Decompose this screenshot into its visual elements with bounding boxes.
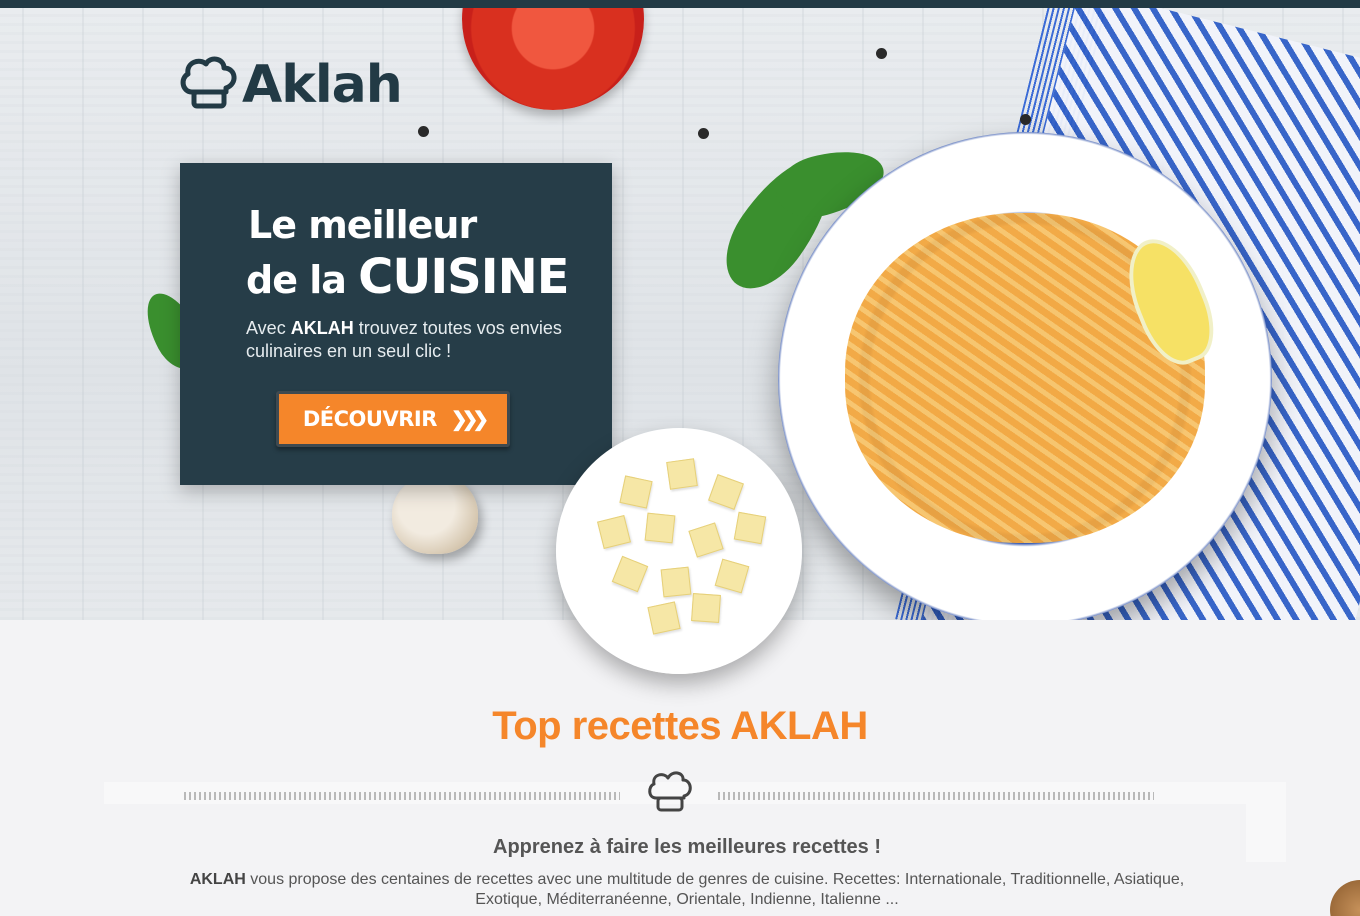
hero-promo-card: Le meilleur de la CUISINE Avec AKLAH tro… [180, 163, 612, 485]
divider-squiggle-right [718, 792, 1154, 800]
top-recipes-description: AKLAH vous propose des centaines de rece… [180, 870, 1194, 910]
cheese-cube-image [619, 475, 653, 509]
peppercorn-image [698, 128, 709, 139]
hero-headline-line2: de la CUISINE [246, 249, 570, 305]
divider-squiggle-left [184, 792, 620, 800]
peppercorn-image [418, 126, 429, 137]
chef-hat-icon [646, 768, 694, 814]
top-recipes-subtitle: Apprenez à faire les meilleures recettes… [493, 836, 881, 858]
hero-desc-prefix: Avec [246, 318, 286, 338]
tomato-image [462, 8, 644, 110]
top-recipes-desc-rest: vous propose des centaines de recettes a… [250, 871, 1185, 908]
cheese-cube-image [660, 566, 692, 598]
top-bar [0, 0, 1360, 8]
corner-food-image [1330, 880, 1360, 916]
hero-headline-line1: Le meilleur [248, 203, 477, 247]
top-recipes-desc-brand: AKLAH [189, 871, 246, 888]
double-chevron-right-icon: ❯❯❯ [450, 408, 489, 431]
hero-desc-brand: AKLAH [290, 318, 354, 338]
hero-headline-prefix: de la [246, 258, 347, 302]
discover-button-label: DÉCOUVRIR [302, 407, 438, 431]
discover-button[interactable]: DÉCOUVRIR ❯❯❯ [276, 391, 510, 447]
cheese-cube-image [733, 511, 767, 545]
hero-headline-emphasis: CUISINE [358, 249, 569, 305]
cheese-cube-image [666, 458, 698, 490]
top-recipes-title: Top recettes AKLAH [0, 704, 1360, 749]
peppercorn-image [876, 48, 887, 59]
top-recipes-title-light: Top [492, 704, 562, 748]
hero-description: Avec AKLAH trouvez toutes vos envies cul… [246, 317, 586, 363]
brand-logo[interactable]: Aklah [178, 52, 403, 117]
peppercorn-image [1020, 114, 1031, 125]
mushroom-image [392, 474, 478, 554]
top-recipes-title-bold: recettes AKLAH [571, 704, 869, 748]
cheese-cube-image [691, 593, 721, 623]
cheese-cube-image [644, 512, 676, 544]
cheese-cube-image [647, 601, 681, 635]
logo-text: Aklah [242, 54, 403, 115]
chef-hat-icon [178, 52, 240, 117]
